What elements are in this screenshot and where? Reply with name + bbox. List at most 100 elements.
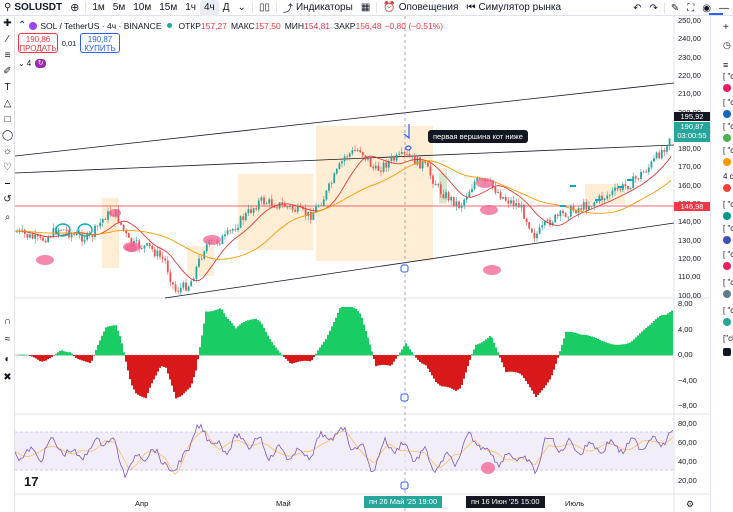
oscillator-bar [527, 355, 529, 385]
pattern-tool-icon[interactable]: △ [2, 98, 13, 110]
ruler-tool-icon[interactable]: ⎯ [2, 178, 13, 190]
interval-1m[interactable]: 1м [88, 0, 108, 16]
panel-item[interactable]: [ "c [723, 122, 733, 131]
candle-body [590, 205, 593, 207]
tradingview-logo-icon[interactable]: 17 [24, 474, 38, 489]
candle-body [205, 244, 208, 252]
panel-item-icon [723, 318, 731, 326]
prediction-tool-icon[interactable]: ☼ [2, 146, 13, 158]
indicators-legend[interactable]: ⌄ 4 ↻ [18, 59, 47, 68]
oscillator-bar [169, 355, 171, 380]
oscillator-bar [241, 323, 243, 356]
interval-5m[interactable]: 5м [109, 0, 129, 16]
marker-blob [36, 255, 54, 265]
text-tool-icon[interactable]: T [2, 82, 13, 94]
redo-button[interactable]: ↷ [645, 0, 661, 16]
panel-item[interactable]: [ "c [723, 72, 733, 81]
panel-item[interactable]: [ "c [723, 200, 733, 209]
brush-tool-icon[interactable]: ✐ [2, 66, 13, 78]
indicators-button[interactable]: ⤴ Индикаторы [279, 0, 357, 16]
chart-area[interactable] [15, 16, 710, 512]
candle-body [642, 171, 645, 173]
fib-tool-icon[interactable]: ≡ [2, 50, 13, 62]
pen-button[interactable]: ✎ [667, 0, 683, 16]
clock-icon[interactable]: ◷ [723, 40, 731, 51]
oscillator-bar [469, 355, 471, 360]
interval-15m[interactable]: 15м [155, 0, 181, 16]
panel-item[interactable]: [ "c [723, 278, 733, 287]
replay-button[interactable]: ⏮ Симулятор рынка [462, 0, 565, 16]
collapse-chevron-icon[interactable]: ⌃ [18, 20, 26, 31]
magnet-tool-icon[interactable]: ∩ [2, 316, 13, 328]
panel-item[interactable]: [ "c [723, 250, 733, 259]
oscillator-bar [375, 355, 377, 367]
candle-body [198, 258, 200, 267]
trendline-tool-icon[interactable]: ∕ [2, 34, 13, 46]
oscillator-bar [57, 352, 59, 356]
panel-item-icon [723, 110, 731, 118]
interval-1h[interactable]: 1ч [181, 0, 200, 16]
replay-label: Симулятор рынка [478, 2, 562, 13]
candle-body [159, 250, 161, 257]
price-axis-label: 210,00 [678, 89, 701, 99]
alerts-button[interactable]: ⏰ Оповещения [379, 0, 462, 16]
candle-body [468, 192, 471, 198]
oscillator-bar [631, 341, 633, 356]
buy-button[interactable]: 190,87 КУПИТЬ [80, 33, 120, 53]
candle-body [283, 203, 286, 208]
oscillator-bar [143, 355, 145, 398]
fullscreen-button[interactable]: ⛶ [683, 0, 698, 16]
oscillator-bar [65, 351, 67, 356]
oscillator-bar [495, 347, 497, 356]
sell-button[interactable]: 190,86 ПРОДАТЬ [18, 33, 58, 53]
candle-body [390, 157, 393, 161]
candle-body [445, 192, 447, 199]
lock-drawings-icon[interactable]: ≈ [2, 334, 13, 346]
oscillator-bar [627, 343, 629, 356]
oscillator-bar [425, 355, 427, 366]
interval-day[interactable]: Д [219, 0, 234, 16]
add-symbol-button[interactable]: ⊕ [66, 0, 83, 16]
panel-item[interactable]: [ "c [723, 306, 733, 315]
interval-dropdown-button[interactable]: ⌄ [234, 0, 250, 16]
undo-button[interactable]: ↶ [629, 0, 645, 16]
hide-drawings-icon[interactable]: ◐ [2, 354, 13, 366]
candle-body [356, 150, 359, 151]
add-icon[interactable]: + [723, 22, 729, 33]
shape-tool-icon[interactable]: ◯ [2, 130, 13, 142]
chart-canvas[interactable] [15, 16, 710, 512]
candle-body [372, 166, 375, 169]
oscillator-bar [297, 355, 299, 362]
settings-gear-icon[interactable]: ⚙ [686, 499, 694, 510]
oscillator-bar [129, 355, 131, 380]
oscillator-bar [551, 355, 553, 376]
interval-10m[interactable]: 10м [129, 0, 155, 16]
interval-4h[interactable]: 4ч [199, 0, 219, 16]
oscillator-bar [243, 322, 245, 356]
oscillator-bar [407, 346, 409, 356]
panel-item[interactable]: ["ch [723, 334, 733, 343]
trash-icon[interactable]: ✖ [2, 372, 13, 384]
chart-type-button[interactable]: ▯▯ [255, 0, 274, 16]
panel-item[interactable]: [ "c [723, 146, 733, 155]
oscillator-bar [175, 355, 177, 399]
panel-item[interactable]: 4 c [723, 172, 733, 181]
oscillator-bar [419, 355, 421, 362]
oscillator-bar [75, 355, 77, 358]
candle-body [556, 214, 559, 217]
templates-button[interactable]: ▦ [357, 0, 374, 16]
crosshair-tool-icon[interactable]: ✚ [2, 18, 13, 30]
candle-body [289, 206, 291, 207]
measure-tool-icon[interactable]: ↺ [2, 194, 13, 206]
chart-annotation[interactable]: первая вершина кот ниже [428, 130, 528, 143]
forecast-tool-icon[interactable]: □ [2, 114, 13, 126]
zoom-tool-icon[interactable]: ⌕ [2, 212, 13, 224]
oscillator-bar [601, 340, 603, 356]
panel-item[interactable]: [ "c [723, 98, 733, 107]
symbol-search-button[interactable]: ⚲ SOLUSDT [0, 0, 66, 16]
oscillator-bar [665, 314, 667, 356]
heart-icon[interactable]: ♡ [2, 162, 13, 174]
lines-icon[interactable]: ≡ [723, 60, 728, 70]
oscillator-bar [447, 355, 449, 388]
panel-item[interactable]: [ "c [723, 224, 733, 233]
